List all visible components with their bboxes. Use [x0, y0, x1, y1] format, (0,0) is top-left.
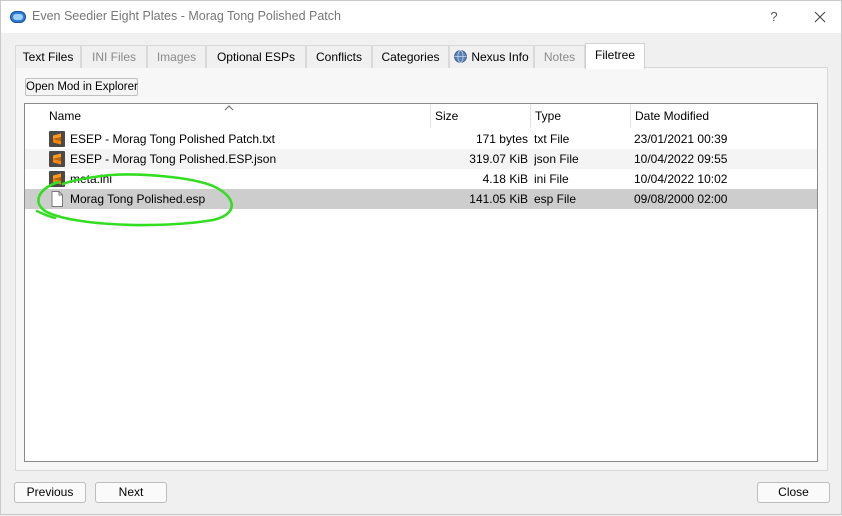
tab-text-files[interactable]: Text Files — [15, 45, 81, 68]
tab-notes[interactable]: Notes — [534, 45, 585, 68]
file-name: Morag Tong Polished.esp — [70, 192, 206, 206]
file-type: txt File — [534, 132, 570, 146]
file-name: ESEP - Morag Tong Polished Patch.txt — [70, 132, 276, 146]
file-size: 319.07 KiB — [469, 152, 528, 166]
close-window-icon[interactable] — [807, 5, 833, 29]
tab-conflicts[interactable]: Conflicts — [306, 45, 372, 68]
table-row[interactable]: meta.ini 4.18 KiB ini File 10/04/2022 10… — [25, 169, 817, 189]
column-header-size[interactable]: Size — [431, 104, 531, 128]
file-type: json File — [534, 152, 579, 166]
column-header-type[interactable]: Type — [531, 104, 631, 128]
tab-optional-esps[interactable]: Optional ESPs — [206, 45, 306, 68]
globe-icon — [454, 50, 468, 63]
tab-images[interactable]: Images — [147, 45, 206, 68]
sublime-text-icon — [49, 131, 65, 147]
window-title: Even Seedier Eight Plates - Morag Tong P… — [32, 9, 341, 23]
next-button[interactable]: Next — [95, 482, 167, 503]
tab-nexus-info[interactable]: Nexus Info — [449, 45, 534, 68]
tab-filetree[interactable]: Filetree — [585, 43, 645, 69]
sort-ascending-icon — [224, 105, 234, 111]
table-row[interactable]: ESEP - Morag Tong Polished Patch.txt 171… — [25, 129, 817, 149]
sublime-text-icon — [49, 151, 65, 167]
open-mod-in-explorer-button[interactable]: Open Mod in Explorer — [25, 78, 138, 96]
tab-categories[interactable]: Categories — [372, 45, 449, 68]
file-name: meta.ini — [70, 172, 113, 186]
file-size: 141.05 KiB — [469, 192, 528, 206]
table-row[interactable]: ESEP - Morag Tong Polished.ESP.json 319.… — [25, 149, 817, 169]
file-type: ini File — [534, 172, 569, 186]
close-button[interactable]: Close — [757, 482, 830, 503]
file-tree-view[interactable]: Name Size Type Date Modified ESEP - Mora… — [24, 103, 818, 462]
file-date-modified: 23/01/2021 00:39 — [634, 132, 728, 146]
sublime-text-icon — [49, 171, 65, 187]
help-button[interactable]: ? — [761, 5, 787, 29]
column-header-date-modified[interactable]: Date Modified — [631, 104, 817, 128]
blank-file-icon — [51, 191, 63, 207]
file-date-modified: 10/04/2022 09:55 — [634, 152, 728, 166]
file-date-modified: 09/08/2000 02:00 — [634, 192, 728, 206]
file-size: 171 bytes — [475, 132, 528, 146]
file-type: esp File — [534, 192, 577, 206]
previous-button[interactable]: Previous — [14, 482, 86, 503]
tab-ini-files[interactable]: INI Files — [81, 45, 147, 68]
table-row-selected[interactable]: Morag Tong Polished.esp 141.05 KiB esp F… — [25, 189, 817, 209]
mod-organizer-icon — [10, 11, 26, 23]
file-date-modified: 10/04/2022 10:02 — [634, 172, 728, 186]
file-size: 4.18 KiB — [482, 172, 528, 186]
mod-info-dialog: Even Seedier Eight Plates - Morag Tong P… — [0, 0, 842, 515]
title-bar: Even Seedier Eight Plates - Morag Tong P… — [1, 1, 841, 33]
file-name: ESEP - Morag Tong Polished.ESP.json — [70, 152, 277, 166]
